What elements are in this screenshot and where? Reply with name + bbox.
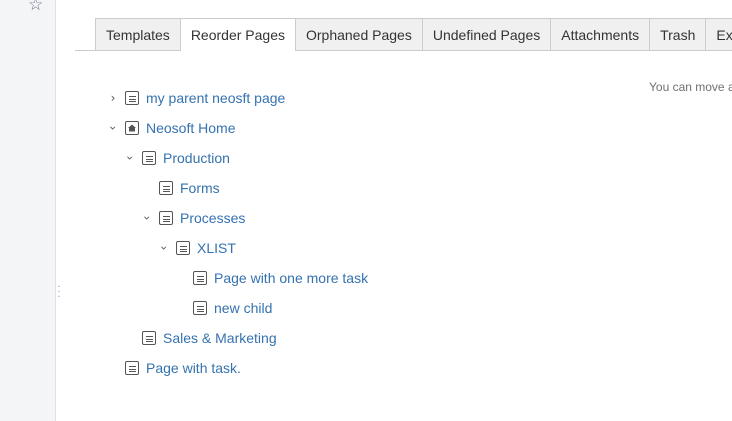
tab-templates[interactable]: Templates: [95, 18, 180, 50]
tree-item-label[interactable]: my parent neosft page: [146, 90, 285, 106]
tree-item-label[interactable]: Page with one more task: [214, 270, 368, 286]
chevron-down-icon[interactable]: ›: [123, 152, 137, 164]
tree-item[interactable]: › Neosoft Home: [106, 118, 235, 138]
reorder-hint-text: You can move a: [649, 80, 732, 94]
tree-item[interactable]: › Forms: [141, 178, 220, 198]
tab-bar: Templates Reorder Pages Orphaned Pages U…: [75, 18, 732, 51]
page-icon: [142, 331, 156, 345]
tree-item-label[interactable]: Production: [163, 150, 230, 166]
page-icon: [159, 181, 173, 195]
home-page-icon: [125, 121, 139, 135]
tab-undefined-pages[interactable]: Undefined Pages: [421, 18, 551, 50]
chevron-down-icon[interactable]: ›: [106, 122, 120, 134]
page-icon: [159, 211, 173, 225]
tree-item[interactable]: › Processes: [140, 208, 245, 228]
page-icon: [142, 151, 156, 165]
page-icon: [193, 271, 207, 285]
tab-trash[interactable]: Trash: [649, 18, 706, 50]
star-icon[interactable]: ☆: [28, 0, 46, 14]
tree-item[interactable]: › XLIST: [157, 238, 236, 258]
tree-item[interactable]: › Page with task.: [107, 358, 241, 378]
tree-item-label[interactable]: Neosoft Home: [146, 120, 235, 136]
tree-item[interactable]: › my parent neosft page: [107, 88, 286, 108]
tree-item-label[interactable]: new child: [214, 300, 272, 316]
tree-item-label[interactable]: Page with task.: [146, 360, 241, 376]
page-icon: [193, 301, 207, 315]
tree-item[interactable]: › Sales & Marketing: [124, 328, 277, 348]
chevron-down-icon[interactable]: ›: [140, 212, 154, 224]
tree-item-label[interactable]: Sales & Marketing: [163, 330, 277, 346]
drag-handle-icon[interactable]: · · ·: [57, 283, 61, 303]
tree-item-label[interactable]: Processes: [180, 210, 245, 226]
tree-item-label[interactable]: Forms: [180, 180, 220, 196]
tab-reorder-pages[interactable]: Reorder Pages: [179, 18, 295, 51]
tab-export[interactable]: Ex: [705, 18, 732, 50]
tab-attachments[interactable]: Attachments: [550, 18, 650, 50]
tree-item[interactable]: › Production: [123, 148, 230, 168]
page-icon: [176, 241, 190, 255]
left-sidebar: ☆: [0, 0, 56, 421]
tree-item-label[interactable]: XLIST: [197, 240, 236, 256]
chevron-down-icon[interactable]: ›: [157, 242, 171, 254]
chevron-right-icon[interactable]: ›: [107, 91, 119, 105]
page-icon: [125, 361, 139, 375]
tab-orphaned-pages[interactable]: Orphaned Pages: [294, 18, 422, 50]
page-icon: [125, 91, 139, 105]
tree-item[interactable]: › new child: [175, 298, 272, 318]
tree-item[interactable]: › Page with one more task: [175, 268, 368, 288]
